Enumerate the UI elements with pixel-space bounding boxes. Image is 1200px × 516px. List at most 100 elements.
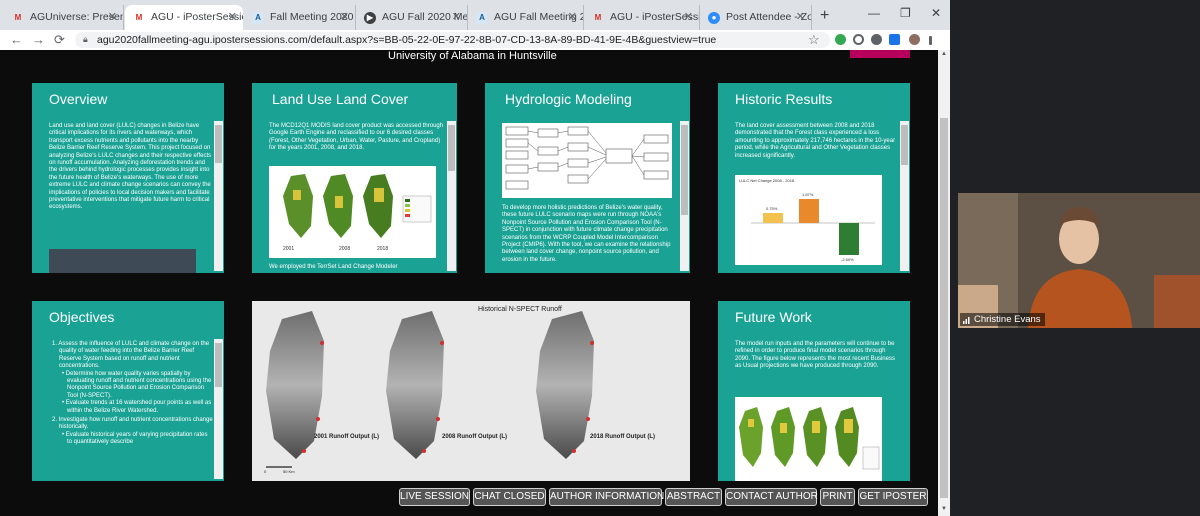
contact-author-button[interactable]: CONTACT AUTHOR	[725, 488, 818, 506]
flowchart-svg	[505, 126, 669, 190]
panel-future-work[interactable]: Future Work The model run inputs and the…	[718, 301, 910, 481]
close-tab-icon[interactable]: ✕	[796, 5, 805, 30]
gmail-icon: M	[14, 13, 22, 22]
tab-iposter-active[interactable]: M AGU - iPosterSessions ✕	[125, 5, 243, 30]
close-tab-icon[interactable]: ✕	[228, 5, 237, 30]
tab-agu-fall-video[interactable]: ▶ AGU Fall 2020 Meeting ✕	[356, 5, 468, 30]
pour-point	[440, 341, 444, 345]
panel-body: To develop more holistic predictions of …	[502, 205, 671, 263]
lulc-map-figure: 2001 2008 2018	[269, 166, 436, 258]
back-arrow-icon[interactable]: ←	[10, 32, 23, 47]
puzzle-extensions-icon[interactable]	[871, 34, 882, 45]
panel-objectives[interactable]: Objectives 1. Assess the influence of LU…	[32, 301, 224, 481]
objective-subitem: • Evaluate trends at 16 watershed pour p…	[62, 400, 212, 414]
scroll-down-arrow-icon[interactable]: ▼	[941, 506, 947, 512]
tab-zoom[interactable]: ● Post Attendee - Zoom ✕	[700, 5, 812, 30]
flow-edge	[587, 130, 607, 154]
scroll-thumb[interactable]	[215, 343, 222, 387]
gmail-icon: M	[594, 13, 602, 22]
flow-edge	[631, 138, 645, 157]
panel-scrollbar[interactable]	[680, 121, 689, 271]
lulc-maps-svg	[283, 174, 432, 238]
reload-icon[interactable]: ⟳	[54, 32, 65, 48]
scroll-up-arrow-icon[interactable]: ▲	[941, 51, 947, 57]
panel-scrollbar[interactable]	[214, 121, 223, 271]
live-session-button[interactable]: LIVE SESSION	[399, 488, 470, 506]
future-map	[739, 407, 763, 467]
objective-subitem: • Determine how water quality varies spa…	[62, 370, 212, 399]
close-window-button[interactable]: ✕	[931, 6, 941, 20]
agu-icon: A	[252, 12, 264, 24]
bookmark-star-icon[interactable]: ☆	[808, 32, 820, 48]
panel-scrollbar[interactable]	[900, 121, 909, 271]
minimize-button[interactable]: —	[868, 6, 880, 20]
new-tab-button[interactable]: +	[820, 7, 829, 25]
flow-node	[505, 126, 529, 136]
tab-agu-universe[interactable]: M AGUniverse: Presenter ✕	[4, 5, 124, 30]
scroll-thumb[interactable]	[901, 125, 908, 165]
chart-bar-2	[799, 199, 819, 223]
panel-runoff-figure[interactable]: Historical N-SPECT Runoff 2001 Runoff Ou…	[252, 301, 690, 481]
objective-subitem: • Evaluate historical years of varying p…	[62, 431, 208, 446]
scroll-thumb[interactable]	[215, 125, 222, 163]
panel-body: The land cover assessment between 2008 a…	[735, 123, 896, 159]
extension-icon[interactable]	[889, 34, 900, 45]
page-scrollbar[interactable]: ▲ ▼	[938, 50, 950, 516]
panel-overview[interactable]: Overview Land use and land cover (LULC) …	[32, 83, 224, 273]
legend-swatch	[405, 209, 410, 212]
flow-node	[643, 170, 669, 180]
flow-edge	[527, 130, 539, 134]
address-bar[interactable]: 🔒︎ agu2020fallmeeting-agu.ipostersession…	[75, 32, 830, 48]
map-year-label: 2008	[339, 246, 351, 252]
panel-hydrologic[interactable]: Hydrologic Modeling To develop more holi…	[485, 83, 690, 273]
scroll-thumb[interactable]	[681, 125, 688, 215]
map-caption: 2008 Runoff Output (L)	[442, 434, 507, 440]
panel-scrollbar[interactable]	[447, 121, 456, 271]
participant-name: Christine Evans	[974, 314, 1041, 325]
page-scroll-thumb[interactable]	[940, 118, 948, 498]
author-information-button[interactable]: AUTHOR INFORMATION	[549, 488, 664, 506]
profile-avatar-icon[interactable]	[909, 34, 920, 45]
flow-node	[505, 164, 529, 174]
future-map	[835, 407, 859, 467]
cropland-patch	[374, 188, 384, 202]
close-tab-icon[interactable]: ✕	[684, 5, 693, 30]
forward-arrow-icon[interactable]: →	[32, 32, 45, 47]
close-tab-icon[interactable]: ✕	[340, 5, 349, 30]
scroll-thumb[interactable]	[448, 125, 455, 171]
cropland-patch	[748, 419, 754, 427]
panel-scrollbar[interactable]	[214, 339, 223, 479]
close-tab-icon[interactable]: ✕	[108, 5, 117, 30]
panel-body-continued: We employed the TerrSet Land Change Mode…	[269, 264, 398, 270]
panel-historic[interactable]: Historic Results The land cover assessme…	[718, 83, 910, 273]
cushion	[1154, 275, 1200, 328]
close-tab-icon[interactable]: ✕	[452, 5, 461, 30]
print-button[interactable]: PRINT	[820, 488, 855, 506]
close-tab-icon[interactable]: ✕	[568, 5, 577, 30]
model-flowchart	[502, 123, 672, 198]
flow-edge	[631, 155, 645, 176]
chart-bar-1	[763, 213, 783, 223]
chat-closed-button[interactable]: CHAT CLOSED	[473, 488, 546, 506]
objective-subtext: Evaluate trends at 16 watershed pour poi…	[65, 400, 212, 414]
extension-icon[interactable]	[853, 34, 864, 45]
pour-point	[586, 417, 590, 421]
map-year-label: 2001	[283, 246, 295, 252]
zoom-participant-video[interactable]: Christine Evans	[958, 193, 1200, 328]
belize-map-2018	[363, 174, 393, 238]
get-iposter-button[interactable]: GET IPOSTER	[858, 488, 928, 506]
flow-node	[537, 146, 559, 156]
tab-agu-fall-meeting[interactable]: A AGU Fall Meeting 2020 ✕	[468, 5, 584, 30]
menu-kebab-icon[interactable]	[929, 36, 932, 45]
panel-title: Future Work	[735, 309, 812, 325]
lock-icon: 🔒︎	[83, 34, 88, 44]
tab-fall-meeting[interactable]: A Fall Meeting 2020 | AG ✕	[244, 5, 356, 30]
pour-point	[320, 341, 324, 345]
panel-land-use[interactable]: Land Use Land Cover The MCD12Q1 MODIS la…	[252, 83, 457, 273]
tab-iposter-2[interactable]: M AGU - iPosterSessions ✕	[584, 5, 700, 30]
restore-button[interactable]: ❐	[900, 6, 911, 20]
runoff-map-2018	[536, 311, 594, 459]
extension-icon[interactable]	[835, 34, 846, 45]
flow-node	[505, 138, 529, 148]
abstract-button[interactable]: ABSTRACT	[665, 488, 722, 506]
